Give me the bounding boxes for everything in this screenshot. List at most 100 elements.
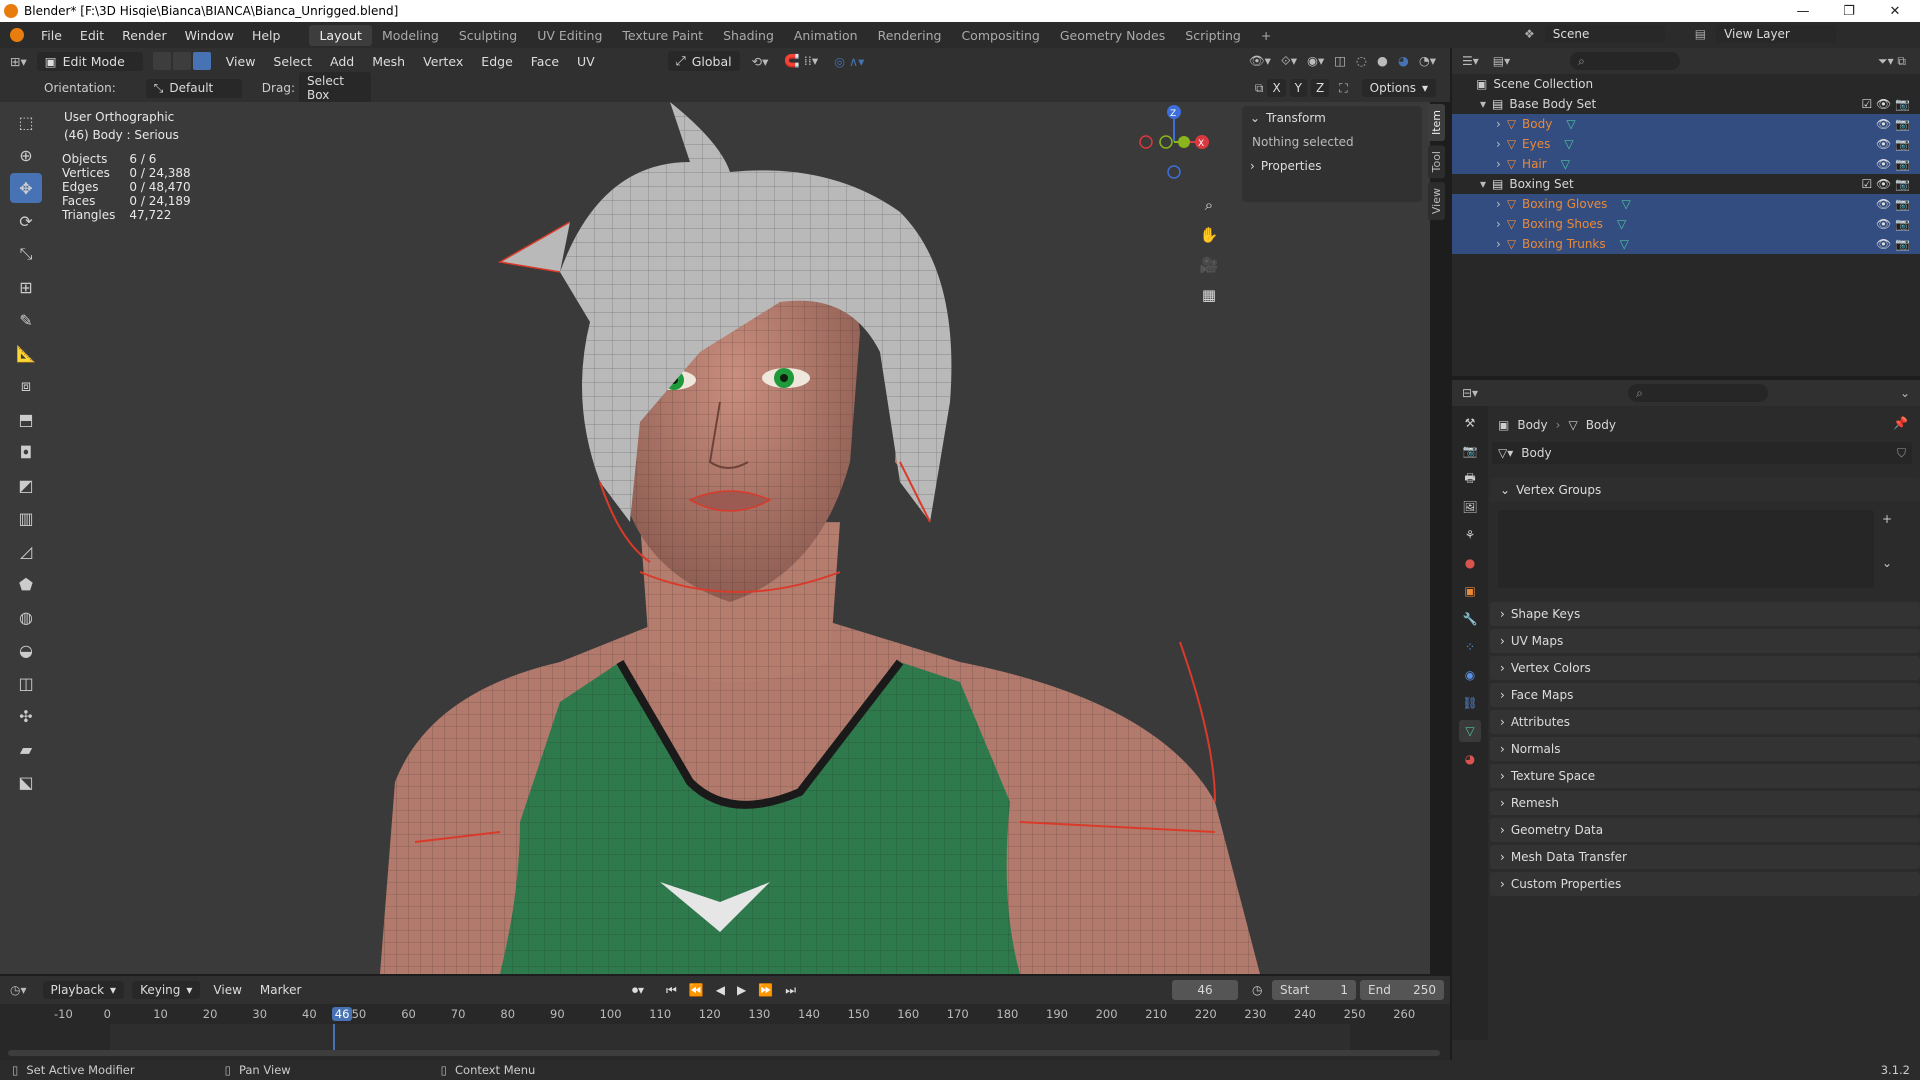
- zoom-icon[interactable]: ⌕: [1196, 192, 1222, 218]
- display-mode-icon[interactable]: ▤▾: [1493, 54, 1510, 68]
- object-visibility-icons[interactable]: 👁 📷: [1876, 117, 1910, 131]
- mirror-x-toggle[interactable]: X: [1267, 79, 1286, 97]
- remesh-panel[interactable]: › Remesh: [1490, 791, 1920, 815]
- menu-mesh[interactable]: Mesh: [363, 54, 414, 69]
- material-tab-icon[interactable]: ◕: [1459, 748, 1481, 770]
- wireframe-shading-icon[interactable]: ◌: [1356, 53, 1367, 69]
- transform-orientation-selector[interactable]: ⤢ Global: [667, 51, 740, 71]
- tab-sculpting[interactable]: Sculpting: [449, 25, 527, 46]
- inset-icon[interactable]: ◘: [10, 437, 42, 467]
- measure-icon[interactable]: 📐: [10, 338, 42, 368]
- menu-face[interactable]: Face: [522, 54, 568, 69]
- menu-add[interactable]: Add: [321, 54, 363, 69]
- normals-panel[interactable]: › Normals: [1490, 737, 1920, 761]
- menu-vertex[interactable]: Vertex: [414, 54, 472, 69]
- menu-file[interactable]: File: [32, 28, 71, 43]
- object-row-boxing-trunks[interactable]: › ▽ Boxing Trunks ▽ 👁 📷: [1452, 234, 1920, 254]
- preview-range-icon[interactable]: ◷: [1252, 983, 1262, 997]
- move-icon[interactable]: ✥: [10, 173, 42, 203]
- solid-shading-icon[interactable]: ●: [1377, 53, 1388, 69]
- edge-select-icon[interactable]: [172, 52, 191, 70]
- blender-menu-icon[interactable]: [10, 28, 24, 42]
- mirror-z-toggle[interactable]: Z: [1311, 79, 1330, 97]
- menu-uv[interactable]: UV: [568, 54, 604, 69]
- add-vertex-group-icon[interactable]: +: [1882, 512, 1892, 526]
- mesh-data-selector[interactable]: ▽▾ Body ⛉: [1492, 442, 1912, 464]
- face-maps-panel[interactable]: › Face Maps: [1490, 683, 1920, 707]
- shape-keys-panel[interactable]: › Shape Keys: [1490, 602, 1920, 626]
- object-tab-icon[interactable]: ▣: [1459, 580, 1481, 602]
- timeline-editor-icon[interactable]: ◷▾: [10, 983, 27, 997]
- edge-slide-icon[interactable]: ◫: [10, 668, 42, 698]
- view-layer-tab-icon[interactable]: 🖼: [1459, 496, 1481, 518]
- output-tab-icon[interactable]: 🖶: [1459, 468, 1481, 490]
- scene-selector[interactable]: Scene: [1544, 25, 1665, 43]
- spin-icon[interactable]: ◍: [10, 602, 42, 632]
- physics-tab-icon[interactable]: ◉: [1459, 664, 1481, 686]
- timeline[interactable]: -10 0 10 20 30 40 46 50 60 70 80 90 100 110 120 130 140 1…: [0, 1004, 1450, 1060]
- menu-select[interactable]: Select: [264, 54, 321, 69]
- proportional-edit-icon[interactable]: ◎ ∧▾: [834, 54, 864, 69]
- maximize-button[interactable]: ❐: [1826, 0, 1872, 22]
- shear-icon[interactable]: ▰: [10, 734, 42, 764]
- tab-scripting[interactable]: Scripting: [1175, 25, 1251, 46]
- collection-visibility-icons[interactable]: ☑ 👁 📷: [1861, 177, 1910, 191]
- tab-compositing[interactable]: Compositing: [951, 25, 1049, 46]
- rotate-icon[interactable]: ⟳: [10, 206, 42, 236]
- knife-icon[interactable]: ◿: [10, 536, 42, 566]
- vertex-groups-list[interactable]: [1498, 510, 1874, 588]
- object-visibility-icons[interactable]: 👁 📷: [1876, 217, 1910, 231]
- scale-icon[interactable]: ⤡: [10, 239, 42, 269]
- menu-view[interactable]: View: [217, 54, 265, 69]
- auto-merge-icon[interactable]: ⛶: [1339, 81, 1347, 96]
- 3d-viewport[interactable]: Z X ⌕ ✋ 🎥 ▦ User Orthographic (46) Body …: [0, 102, 1430, 974]
- annotate-icon[interactable]: ✎: [10, 305, 42, 335]
- particles-tab-icon[interactable]: ⁘: [1459, 636, 1481, 658]
- jump-end-icon[interactable]: ⏭: [785, 983, 796, 998]
- transform-panel-header[interactable]: ⌄ Transform: [1242, 106, 1422, 130]
- properties-panel-header[interactable]: › Properties: [1242, 154, 1422, 178]
- object-visibility-icons[interactable]: 👁 📷: [1876, 157, 1910, 171]
- extrude-icon[interactable]: ⬒: [10, 404, 42, 434]
- outliner-search-input[interactable]: ⌕: [1570, 52, 1681, 70]
- menu-edge[interactable]: Edge: [472, 54, 521, 69]
- snap-icon[interactable]: 🧲 ⁞⁞▾: [784, 53, 818, 69]
- play-icon[interactable]: ▶: [737, 983, 746, 997]
- tab-geometry-nodes[interactable]: Geometry Nodes: [1050, 25, 1175, 46]
- drag-selector[interactable]: Select Box: [298, 72, 371, 104]
- overlay-icon[interactable]: ◉▾: [1307, 53, 1324, 69]
- select-box-icon[interactable]: ⬚: [10, 107, 42, 137]
- object-row-body[interactable]: › ▽ Body ▽ 👁 📷: [1452, 114, 1920, 134]
- menu-edit[interactable]: Edit: [71, 28, 113, 43]
- minimize-button[interactable]: —: [1780, 0, 1826, 22]
- timeline-scrollbar[interactable]: [8, 1050, 1440, 1056]
- mesh-data-browse-icon[interactable]: ▽▾: [1498, 446, 1513, 460]
- object-visibility-icons[interactable]: 👁 📷: [1876, 197, 1910, 211]
- collection-row[interactable]: ▾ ▤ Boxing Set ☑ 👁 📷: [1452, 174, 1920, 194]
- menu-help[interactable]: Help: [243, 28, 290, 43]
- pan-hand-icon[interactable]: ✋: [1196, 222, 1222, 248]
- object-row-eyes[interactable]: › ▽ Eyes ▽ 👁 📷: [1452, 134, 1920, 154]
- close-button[interactable]: ✕: [1872, 0, 1918, 22]
- outliner-editor-icon[interactable]: ☰▾: [1462, 54, 1479, 68]
- object-row-boxing-gloves[interactable]: › ▽ Boxing Gloves ▽ 👁 📷: [1452, 194, 1920, 214]
- start-frame-field[interactable]: Start 1: [1272, 980, 1356, 1000]
- modifier-tab-icon[interactable]: 🔧: [1459, 608, 1481, 630]
- tab-layout[interactable]: Layout: [309, 24, 372, 46]
- mode-selector[interactable]: ▣ Edit Mode: [36, 51, 143, 71]
- vertex-groups-panel-header[interactable]: ⌄ Vertex Groups: [1490, 478, 1920, 502]
- object-visibility-icons[interactable]: 👁 📷: [1876, 137, 1910, 151]
- tab-uv-editing[interactable]: UV Editing: [527, 25, 612, 46]
- tab-shading[interactable]: Shading: [713, 25, 784, 46]
- keying-menu[interactable]: Keying ▾: [132, 981, 201, 999]
- scene-tab-icon[interactable]: ⚘: [1459, 524, 1481, 546]
- shrink-fatten-icon[interactable]: ✣: [10, 701, 42, 731]
- add-cube-icon[interactable]: ⧈: [10, 371, 42, 401]
- loop-cut-icon[interactable]: ▥: [10, 503, 42, 533]
- constraints-tab-icon[interactable]: ⛓: [1459, 692, 1481, 714]
- mesh-data-tab-icon[interactable]: ▽: [1459, 720, 1481, 742]
- properties-search-input[interactable]: ⌕: [1628, 384, 1769, 402]
- collection-visibility-icons[interactable]: ☑ 👁 📷: [1861, 97, 1910, 111]
- jump-keyframe-back-icon[interactable]: ⏪: [689, 983, 704, 997]
- gizmo-icon[interactable]: ⟐▾: [1281, 53, 1297, 69]
